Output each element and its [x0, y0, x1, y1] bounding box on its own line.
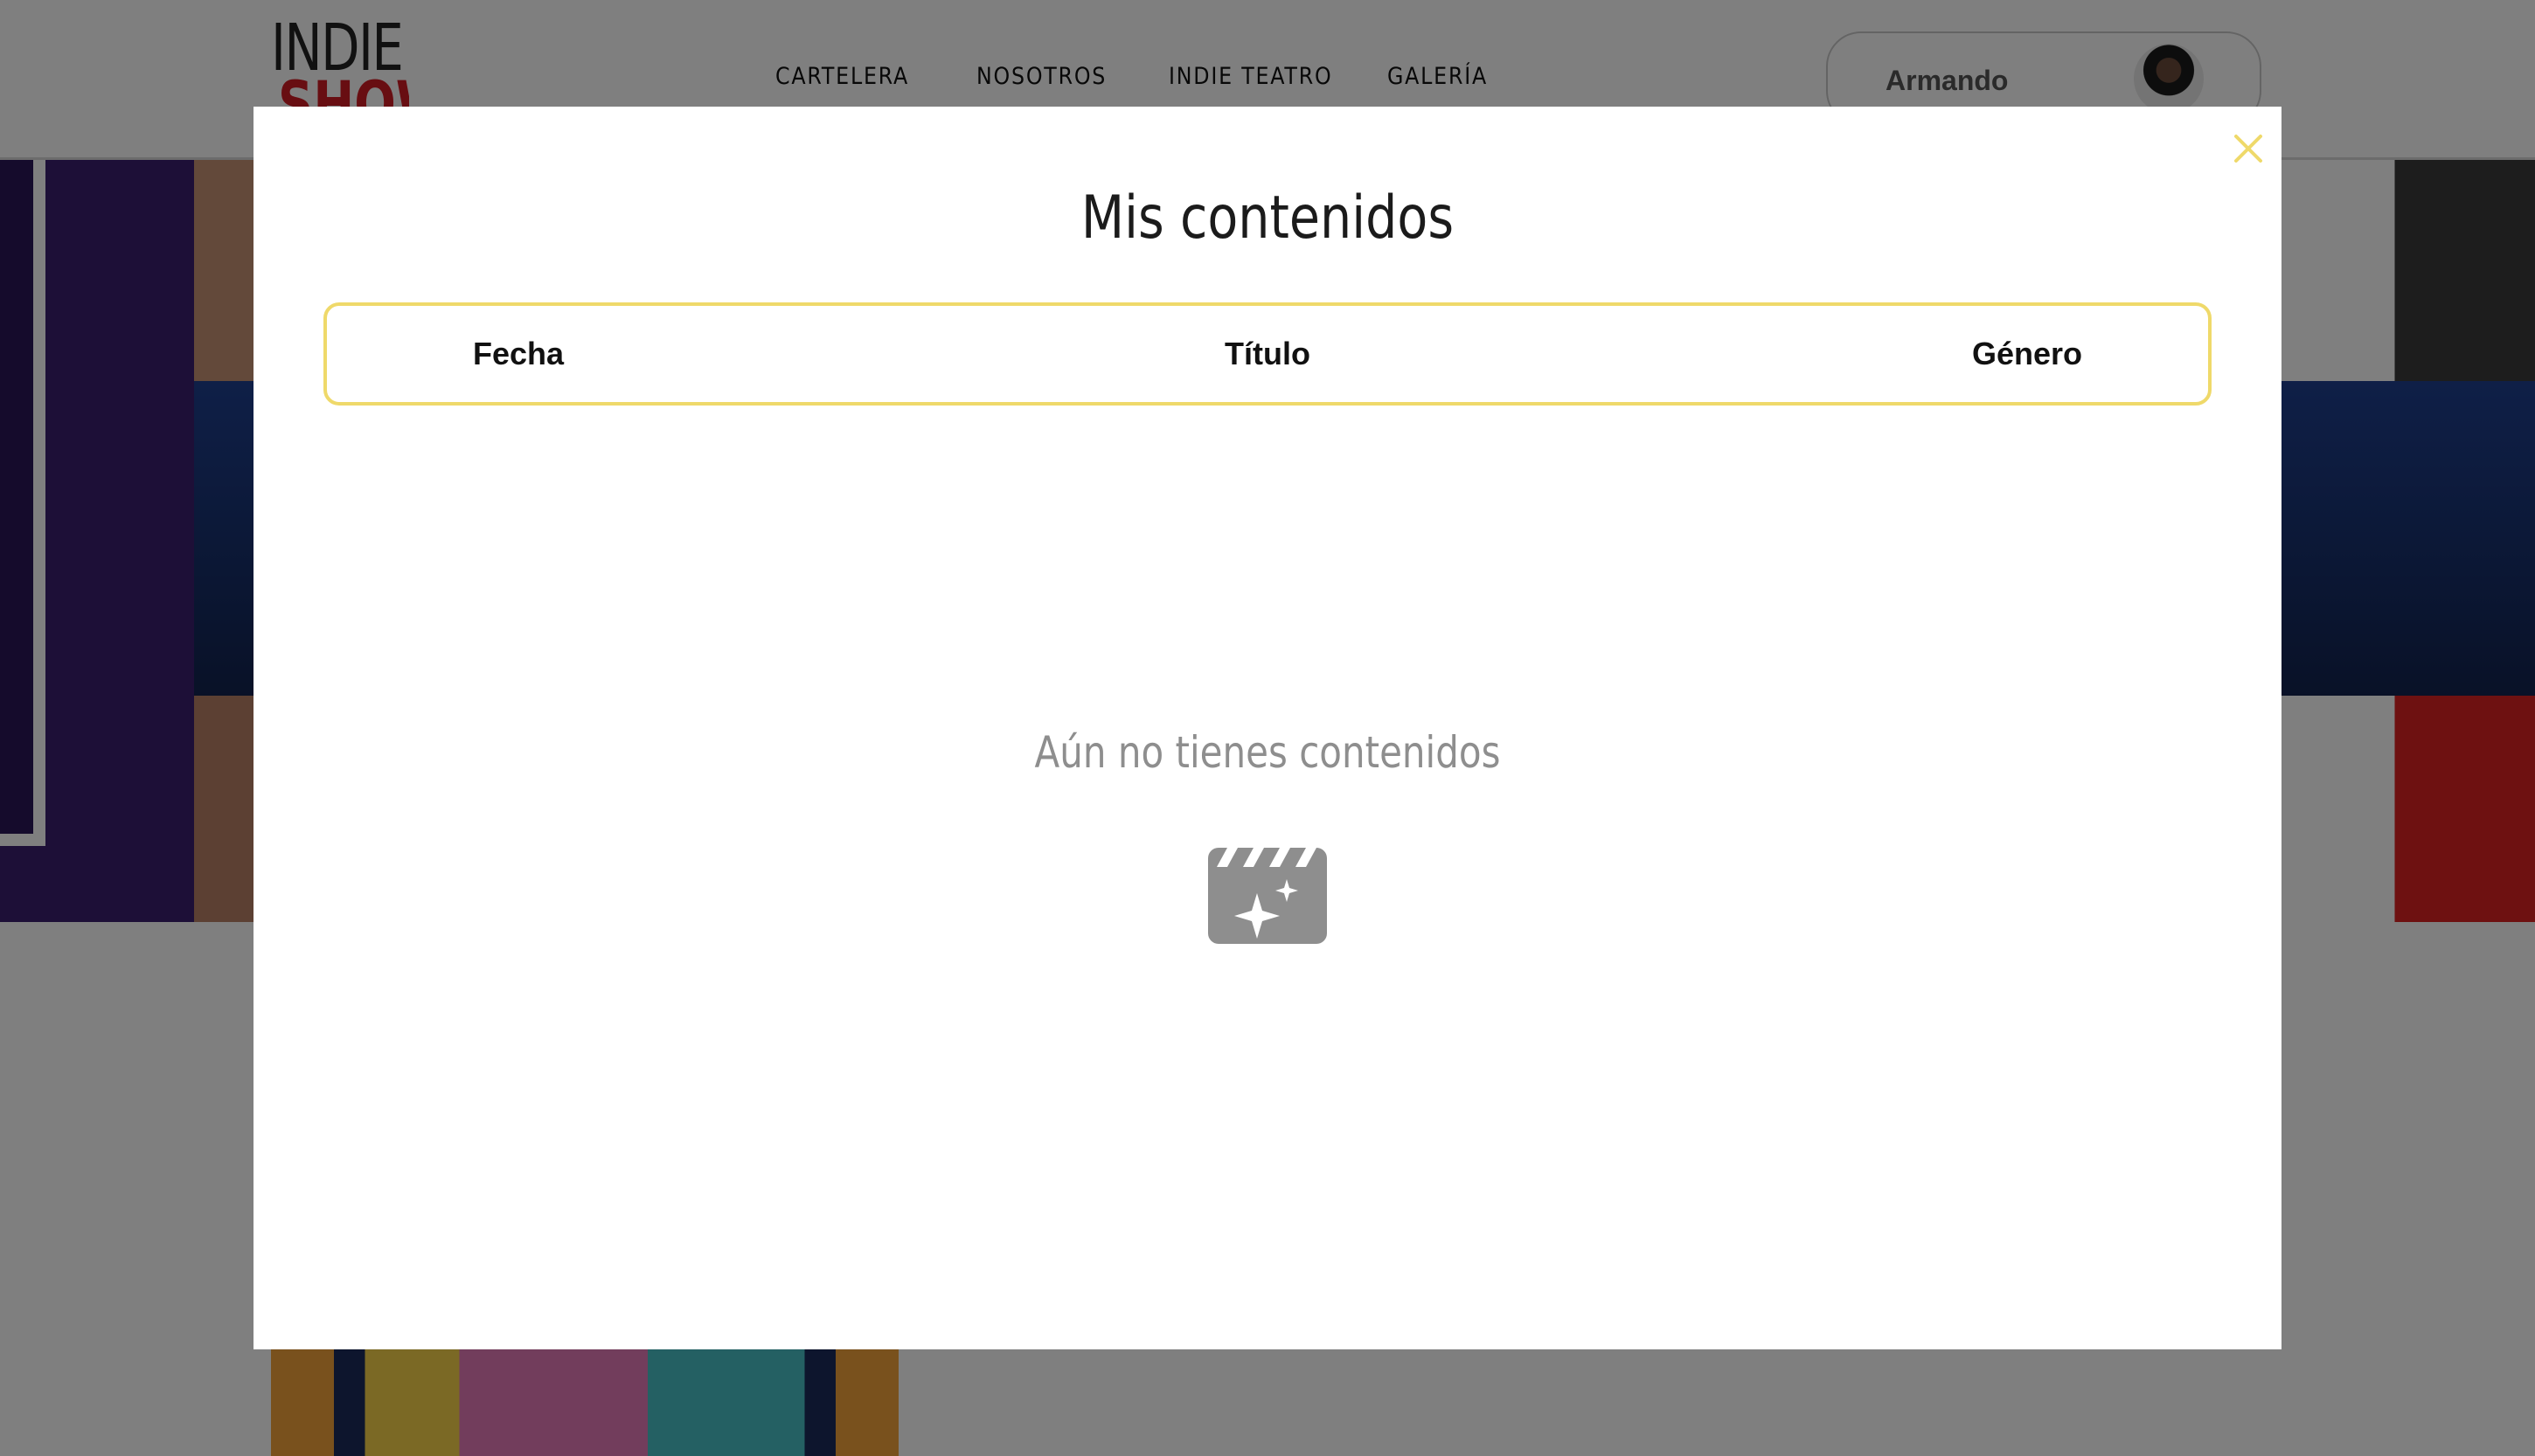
modal-title: Mis contenidos: [1080, 184, 1455, 253]
close-icon: [2234, 135, 2262, 163]
sort-bar: Fecha Título Género: [323, 302, 2212, 406]
sort-by-genre-button[interactable]: Género: [1972, 306, 2082, 402]
empty-state-message: Aún no tienes contenidos: [1034, 727, 1501, 778]
movie-clapper-sparkle-icon: [1208, 848, 1327, 944]
my-content-modal: Mis contenidos Fecha Título Género Aún n…: [254, 107, 2282, 1349]
sort-by-date-button[interactable]: Fecha: [473, 306, 564, 402]
sort-by-title-button[interactable]: Título: [1225, 336, 1310, 371]
sort-by-title-wrapper: Título: [327, 306, 2208, 402]
close-button[interactable]: [2224, 124, 2273, 173]
